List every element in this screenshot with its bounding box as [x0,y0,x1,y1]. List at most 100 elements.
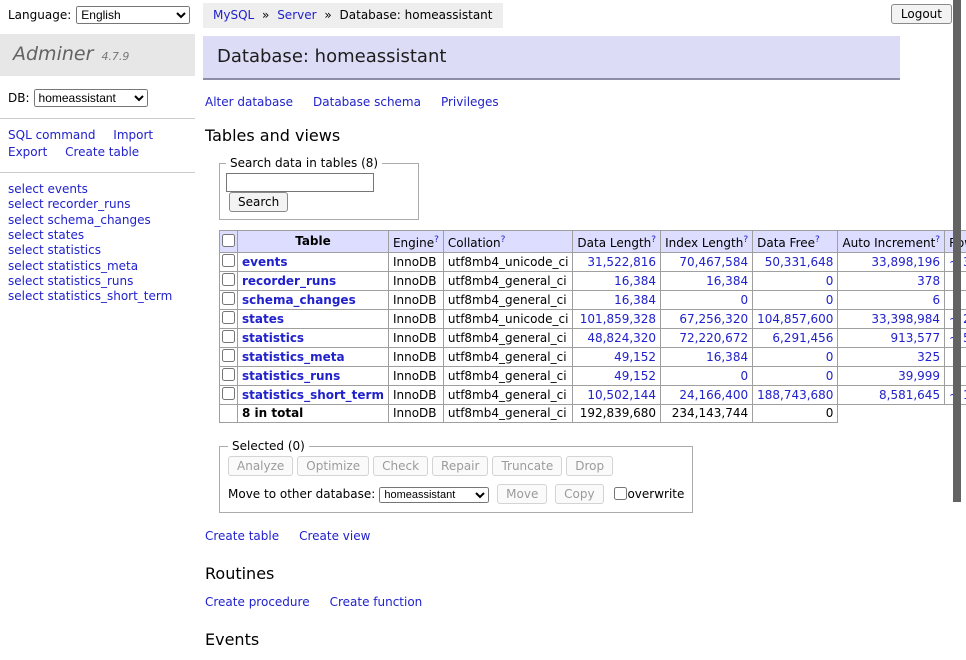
create-function-link[interactable]: Create function [330,595,423,609]
cell-engine: InnoDB [388,367,443,386]
total-collation: utf8mb4_general_ci [443,405,573,423]
search-legend: Search data in tables (8) [226,156,382,170]
help-icon[interactable]: ? [935,235,940,245]
data-free-link[interactable]: 104,857,600 [757,312,833,326]
table-link-statistics[interactable]: statistics [242,331,304,345]
language-label: Language: [8,8,71,22]
total-void [838,405,966,423]
sidebar-select-statistics[interactable]: select statistics [8,243,189,258]
index-length-link[interactable]: 0 [740,293,748,307]
data-length-link[interactable]: 16,384 [614,274,656,288]
sidebar-link-import[interactable]: Import [113,128,153,142]
drop-button[interactable]: Drop [566,456,613,476]
create-procedure-link[interactable]: Create procedure [205,595,310,609]
breadcrumb-separator: » [258,8,273,22]
help-icon[interactable]: ? [434,235,439,245]
analyze-button[interactable]: Analyze [228,456,293,476]
create-view-link[interactable]: Create view [299,529,370,543]
index-length-link[interactable]: 67,256,320 [679,312,748,326]
data-length-link[interactable]: 101,859,328 [580,312,656,326]
row-checkbox[interactable] [222,273,235,286]
select-all-checkbox[interactable] [222,234,235,247]
data-length-link[interactable]: 10,502,144 [587,388,656,402]
index-length-link[interactable]: 24,166,400 [679,388,748,402]
overwrite-checkbox[interactable] [614,487,627,500]
auto-increment-link[interactable]: 33,398,984 [871,312,940,326]
auto-increment-link[interactable]: 33,898,196 [871,255,940,269]
data-free-link[interactable]: 50,331,648 [765,255,834,269]
table-link-states[interactable]: states [242,312,284,326]
data-length-link[interactable]: 48,824,320 [587,331,656,345]
index-length-link[interactable]: 72,220,672 [679,331,748,345]
sidebar-select-states[interactable]: select states [8,228,189,243]
cell-index-length: 16,384 [661,272,753,291]
row-checkbox[interactable] [222,254,235,267]
alter-database-link[interactable]: Alter database [205,95,293,109]
search-button[interactable]: Search [229,192,288,212]
truncate-button[interactable]: Truncate [492,456,562,476]
copy-button[interactable]: Copy [555,484,603,504]
help-icon[interactable]: ? [651,235,656,245]
data-free-link[interactable]: 0 [826,274,834,288]
index-length-link[interactable]: 16,384 [706,350,748,364]
check-button[interactable]: Check [373,456,428,476]
cell-engine: InnoDB [388,291,443,310]
row-checkbox[interactable] [222,292,235,305]
sidebar-link-sql-command[interactable]: SQL command [8,128,95,142]
data-free-link[interactable]: 0 [826,350,834,364]
move-button[interactable]: Move [497,484,547,504]
help-icon[interactable]: ? [501,235,506,245]
auto-increment-link[interactable]: 913,577 [890,331,940,345]
row-checkbox[interactable] [222,311,235,324]
table-link-statistics-runs[interactable]: statistics_runs [242,369,340,383]
auto-increment-link[interactable]: 378 [917,274,940,288]
privileges-link[interactable]: Privileges [441,95,499,109]
data-free-link[interactable]: 188,743,680 [757,388,833,402]
breadcrumb-server[interactable]: Server [277,8,316,22]
move-db-select[interactable]: homeassistant [379,487,489,503]
data-free-link[interactable]: 0 [826,293,834,307]
sidebar-link-create-table[interactable]: Create table [65,145,139,159]
sidebar-link-export[interactable]: Export [8,145,47,159]
sidebar-select-statistics-runs[interactable]: select statistics_runs [8,274,189,289]
auto-increment-link[interactable]: 39,999 [898,369,940,383]
sidebar-select-schema-changes[interactable]: select schema_changes [8,213,189,228]
row-checkbox[interactable] [222,368,235,381]
help-icon[interactable]: ? [815,235,820,245]
data-length-link[interactable]: 16,384 [614,293,656,307]
cell-data-length: 49,152 [573,367,661,386]
vertical-scrollbar[interactable] [953,0,961,502]
search-input[interactable] [226,173,374,192]
index-length-link[interactable]: 70,467,584 [679,255,748,269]
data-length-link[interactable]: 49,152 [614,350,656,364]
auto-increment-link[interactable]: 8,581,645 [879,388,940,402]
index-length-link[interactable]: 16,384 [706,274,748,288]
sidebar-select-statistics-short-term[interactable]: select statistics_short_term [8,289,189,304]
language-select[interactable]: English [76,6,190,24]
data-length-link[interactable]: 49,152 [614,369,656,383]
table-link-statistics-meta[interactable]: statistics_meta [242,350,345,364]
table-link-schema-changes[interactable]: schema_changes [242,293,356,307]
table-link-statistics-short-term[interactable]: statistics_short_term [242,388,384,402]
sidebar-select-statistics-meta[interactable]: select statistics_meta [8,259,189,274]
db-select[interactable]: homeassistant [34,89,148,107]
data-free-link[interactable]: 0 [826,369,834,383]
table-link-events[interactable]: events [242,255,288,269]
help-icon[interactable]: ? [743,235,748,245]
row-checkbox[interactable] [222,349,235,362]
breadcrumb-mysql[interactable]: MySQL [213,8,254,22]
sidebar-select-recorder-runs[interactable]: select recorder_runs [8,197,189,212]
table-link-recorder-runs[interactable]: recorder_runs [242,274,336,288]
auto-increment-link[interactable]: 6 [932,293,940,307]
database-schema-link[interactable]: Database schema [313,95,421,109]
create-table-link[interactable]: Create table [205,529,279,543]
index-length-link[interactable]: 0 [740,369,748,383]
repair-button[interactable]: Repair [432,456,488,476]
data-length-link[interactable]: 31,522,816 [587,255,656,269]
sidebar-select-events[interactable]: select events [8,182,189,197]
row-checkbox[interactable] [222,330,235,343]
row-checkbox[interactable] [222,387,235,400]
optimize-button[interactable]: Optimize [297,456,369,476]
auto-increment-link[interactable]: 325 [917,350,940,364]
data-free-link[interactable]: 6,291,456 [772,331,833,345]
